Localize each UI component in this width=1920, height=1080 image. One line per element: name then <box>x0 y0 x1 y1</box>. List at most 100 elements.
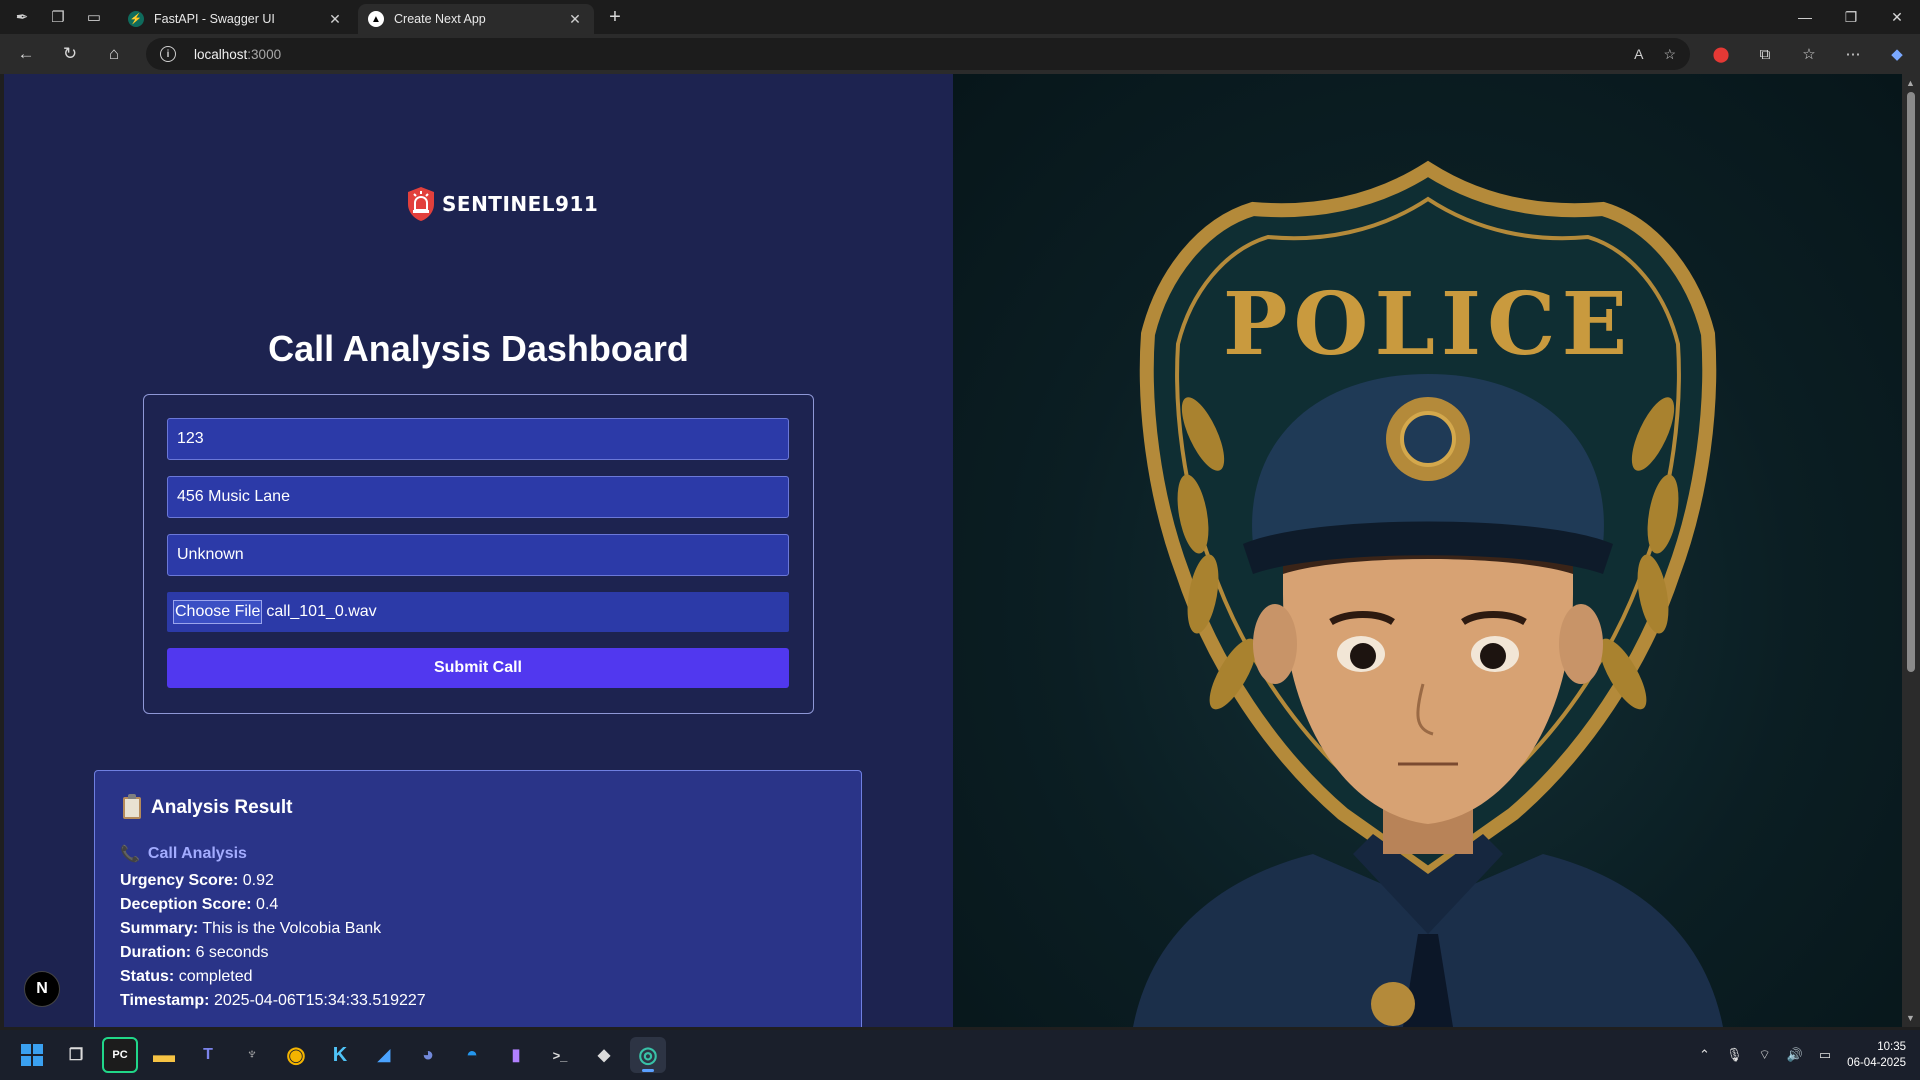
nextjs-favicon-icon: ▲ <box>368 11 384 27</box>
close-tab-icon[interactable]: ✕ <box>326 10 344 28</box>
result-value: 6 seconds <box>195 944 269 961</box>
alarm-shield-icon <box>408 187 434 221</box>
clipboard-icon <box>123 794 141 819</box>
result-label: Urgency Score: <box>120 872 239 889</box>
page-scrollbar[interactable]: ▲ ▼ <box>1902 74 1920 1027</box>
file-explorer-icon[interactable]: ▬ <box>146 1037 182 1073</box>
site-info-icon[interactable]: i <box>160 46 176 62</box>
audio-file-input[interactable]: Choose File call_101_0.wav <box>167 592 789 632</box>
wifi-icon[interactable]: ⌔ <box>1758 1047 1770 1063</box>
address-input[interactable]: 456 Music Lane <box>167 476 789 518</box>
url-host: localhost <box>194 46 248 62</box>
call-form: 123 456 Music Lane Unknown Choose File c… <box>143 394 814 714</box>
nextjs-dev-badge[interactable]: N <box>24 971 60 1007</box>
read-aloud-icon[interactable]: A <box>1634 46 1643 62</box>
tab-title: FastAPI - Swagger UI <box>154 12 275 26</box>
volume-icon[interactable]: 🔊 <box>1787 1047 1803 1063</box>
url-port: :3000 <box>247 46 282 62</box>
caller-name-input[interactable]: Unknown <box>167 534 789 576</box>
extensions-icon[interactable]: ⧉ <box>1750 39 1780 69</box>
window-controls: — ❐ ✕ <box>1782 0 1920 34</box>
alienware-icon[interactable]: ♆ <box>234 1037 270 1073</box>
visual-studio-icon[interactable]: ▮ <box>498 1037 534 1073</box>
result-label: Status: <box>120 968 175 985</box>
close-window-icon[interactable]: ✕ <box>1874 0 1920 34</box>
police-officer-illustration: POLICE <box>1133 160 1723 1027</box>
battery-icon[interactable]: ▭ <box>1819 1047 1831 1063</box>
result-value: 0.92 <box>242 872 274 889</box>
summary-line: Summary: This is the Volcobia Bank <box>120 917 426 941</box>
caller-id-value: 123 <box>177 430 204 447</box>
analysis-result-card: Analysis Result 📞 Call Analysis Urgency … <box>94 770 862 1027</box>
teams-icon[interactable]: T <box>190 1037 226 1073</box>
paint-icon[interactable]: ◢ <box>366 1037 402 1073</box>
chrome-icon[interactable]: ◉ <box>278 1037 314 1073</box>
discord-icon[interactable]: ◕ <box>410 1037 446 1073</box>
address-bar[interactable]: i localhost:3000 A ☆ <box>146 38 1690 70</box>
call-analysis-label: Call Analysis <box>147 845 247 862</box>
edge-icon[interactable]: ◎ <box>630 1037 666 1073</box>
favorites-icon[interactable]: ☆ <box>1794 39 1824 69</box>
result-value: 2025-04-06T15:34:33.519227 <box>213 992 426 1009</box>
caller-name-value: Unknown <box>177 546 244 563</box>
github-desktop-icon[interactable]: ◆ <box>586 1037 622 1073</box>
pycharm-icon[interactable]: PC <box>102 1037 138 1073</box>
urgency-score-line: Urgency Score: 0.92 <box>120 869 426 893</box>
more-options-icon[interactable]: ⋯ <box>1838 39 1868 69</box>
windows-start-icon[interactable] <box>14 1037 50 1073</box>
submit-call-button[interactable]: Submit Call <box>167 648 789 688</box>
workspaces-icon[interactable]: ❐ <box>44 3 72 31</box>
tab-title: Create Next App <box>394 12 486 26</box>
close-tab-icon[interactable]: ✕ <box>566 10 584 28</box>
k-app-icon[interactable]: K <box>322 1037 358 1073</box>
url-text[interactable]: localhost:3000 <box>194 47 281 62</box>
system-tray: ⌃ 🎙 ⌔ 🔊 ▭ 10:35 06-04-2025 <box>1699 1030 1906 1080</box>
file-name: call_101_0.wav <box>266 603 377 620</box>
result-label: Deception Score: <box>120 896 252 913</box>
caller-id-input[interactable]: 123 <box>167 418 789 460</box>
tray-chevron-icon[interactable]: ⌃ <box>1699 1047 1710 1063</box>
result-title: Analysis Result <box>123 794 293 819</box>
microphone-icon[interactable]: 🎙 <box>1726 1047 1743 1063</box>
docker-icon[interactable]: ◓ <box>454 1037 490 1073</box>
result-lines: Urgency Score: 0.92 Deception Score: 0.4… <box>120 869 426 1013</box>
extension-shield-icon[interactable]: ⬤ <box>1706 39 1736 69</box>
home-icon[interactable]: ⌂ <box>96 38 132 70</box>
call-analysis-heading: 📞 Call Analysis <box>120 844 247 864</box>
result-value: This is the Volcobia Bank <box>202 920 382 937</box>
status-line: Status: completed <box>120 965 426 989</box>
terminal-icon[interactable]: >_ <box>542 1037 578 1073</box>
vertical-tabs-icon[interactable]: ▭ <box>80 3 108 31</box>
result-label: Duration: <box>120 944 192 961</box>
windows-taskbar: ❐ PC ▬ T ♆ ◉ K ◢ ◕ ◓ ▮ >_ ◆ ◎ ⌃ 🎙 ⌔ 🔊 ▭ … <box>0 1030 1920 1080</box>
scroll-thumb[interactable] <box>1907 92 1915 672</box>
fastapi-favicon-icon: ⚡ <box>128 11 144 27</box>
scroll-up-icon[interactable]: ▲ <box>1906 78 1915 88</box>
clock-time: 10:35 <box>1877 1041 1906 1053</box>
browser-toolbar: ← ↻ ⌂ i localhost:3000 A ☆ ⬤ ⧉ ☆ ⋯ ◆ <box>0 34 1920 74</box>
page-title: Call Analysis Dashboard <box>268 328 689 369</box>
restore-icon[interactable]: ❐ <box>1828 0 1874 34</box>
duration-line: Duration: 6 seconds <box>120 941 426 965</box>
new-tab-button[interactable]: + <box>600 3 630 31</box>
address-value: 456 Music Lane <box>177 488 290 505</box>
choose-file-button[interactable]: Choose File <box>172 600 263 624</box>
favorite-star-icon[interactable]: ☆ <box>1663 46 1676 63</box>
copilot-icon[interactable]: ◆ <box>1882 39 1912 69</box>
result-value: completed <box>178 968 253 985</box>
badge-text: POLICE <box>1223 274 1633 375</box>
task-view-icon[interactable]: ❐ <box>58 1037 94 1073</box>
page-viewport: SENTINEL911 Call Analysis Dashboard 123 … <box>4 74 1902 1027</box>
phone-icon: 📞 <box>120 846 140 863</box>
clock[interactable]: 10:35 06-04-2025 <box>1847 1039 1906 1071</box>
minimize-icon[interactable]: — <box>1782 0 1828 34</box>
back-icon[interactable]: ← <box>8 38 44 70</box>
dashboard-pane: SENTINEL911 Call Analysis Dashboard 123 … <box>4 74 953 1027</box>
tab-fastapi[interactable]: ⚡ FastAPI - Swagger UI ✕ <box>118 4 354 34</box>
refresh-icon[interactable]: ↻ <box>52 38 88 70</box>
browser-tab-bar: ✒ ❐ ▭ ⚡ FastAPI - Swagger UI ✕ ▲ Create … <box>0 0 1920 34</box>
profile-icon[interactable]: ✒ <box>8 3 36 31</box>
tab-create-next-app[interactable]: ▲ Create Next App ✕ <box>358 4 594 34</box>
scroll-down-icon[interactable]: ▼ <box>1906 1013 1915 1023</box>
result-label: Timestamp: <box>120 992 210 1009</box>
